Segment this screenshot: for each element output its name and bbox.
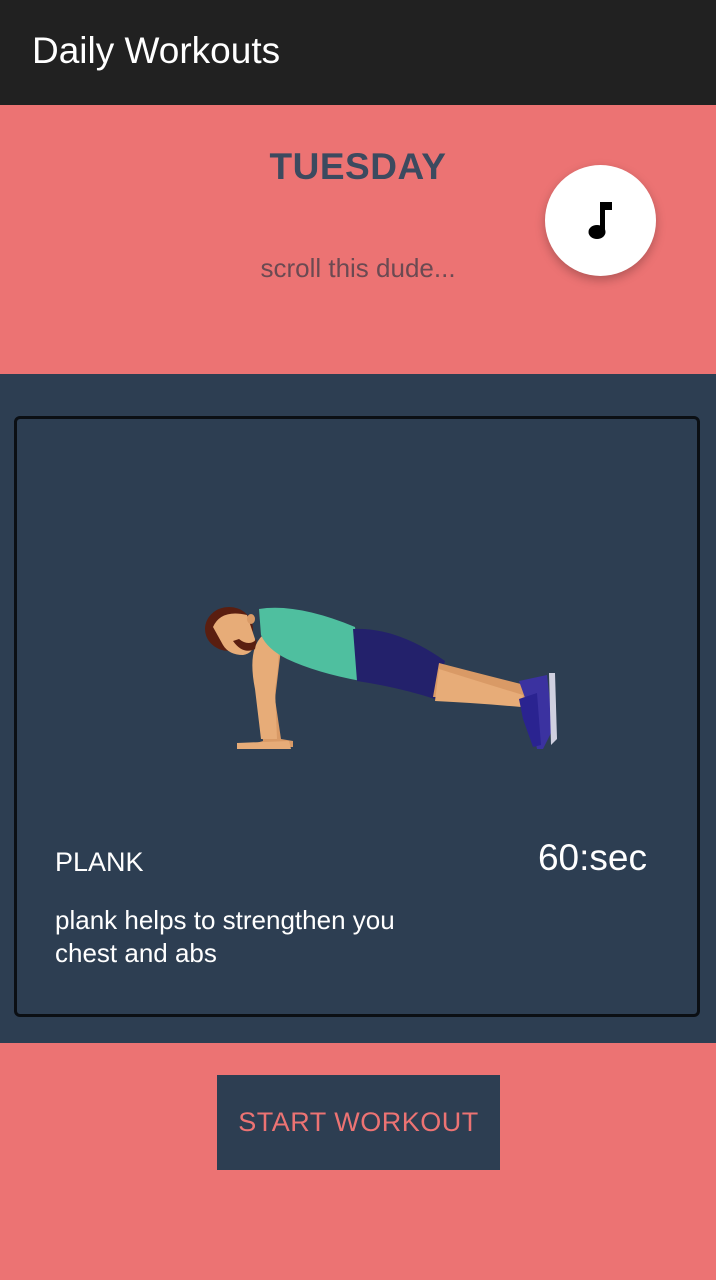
start-workout-button[interactable]: START WORKOUT (217, 1075, 500, 1170)
exercise-name: PLANK (55, 847, 144, 877)
app-title: Daily Workouts (32, 30, 281, 71)
plank-figure-illustration (205, 607, 557, 749)
music-note-icon (588, 201, 612, 239)
exercise-card[interactable]: PLANK 60:sec plank helps to strengthen y… (14, 416, 700, 1017)
footer-section: START WORKOUT (0, 1043, 716, 1280)
exercise-description: plank helps to strengthen you chest and … (55, 905, 395, 968)
music-button[interactable] (545, 165, 656, 276)
exercise-duration: 60:sec (537, 837, 647, 878)
app-toolbar: Daily Workouts (0, 0, 716, 105)
day-header: TUESDAY scroll this dude... (0, 105, 716, 374)
app-root: Daily Workouts TUESDAY scroll this dude.… (0, 0, 716, 1280)
